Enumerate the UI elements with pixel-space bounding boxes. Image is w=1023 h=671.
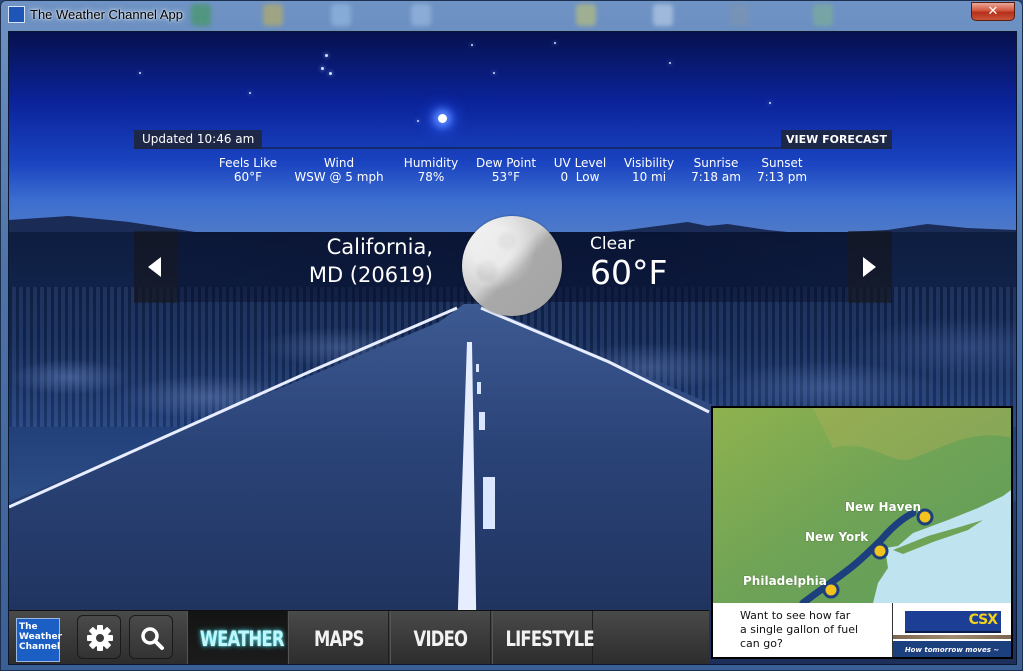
current-weather: Clear 60°F <box>590 234 667 292</box>
background-blur-icon <box>729 4 749 26</box>
condition-dew-point: Dew Point 53°F <box>475 156 537 184</box>
location-city: California, <box>326 235 433 259</box>
close-button[interactable]: ✕ <box>971 2 1015 21</box>
app-content: Updated 10:46 am VIEW FORECAST Feels Lik… <box>8 31 1017 665</box>
tab-video[interactable]: VIDEO <box>390 611 491 664</box>
condition-humidity: Humidity 78% <box>403 156 459 184</box>
next-location-button[interactable] <box>848 231 892 303</box>
condition-sunrise: Sunrise 7:18 am <box>691 156 741 184</box>
previous-location-button[interactable] <box>134 231 178 303</box>
weather-phrase: Clear <box>590 234 635 254</box>
condition-visibility: Visibility 10 mi <box>623 156 675 184</box>
background-blur-icon <box>191 4 211 26</box>
background-blur-icon <box>331 4 351 26</box>
background-blur-icon <box>813 4 833 26</box>
app-window: The Weather Channel App ✕ Updated 10:46 … <box>0 0 1023 671</box>
condition-sunset: Sunset 7:13 pm <box>756 156 808 184</box>
updated-timestamp: Updated 10:46 am <box>134 130 263 149</box>
search-icon <box>141 627 164 650</box>
settings-button[interactable] <box>77 615 121 659</box>
tab-lifestyle[interactable]: LIFESTYLE <box>492 611 595 664</box>
map-label-philadelphia: Philadelphia <box>743 574 827 588</box>
location-state-zip: MD (20619) <box>308 263 433 287</box>
chevron-left-icon <box>148 257 161 277</box>
app-icon <box>8 6 25 23</box>
current-temperature: 60°F <box>590 253 668 292</box>
background-blur-icon <box>653 4 673 26</box>
train-icon: CSX <box>905 611 1001 633</box>
view-forecast-button[interactable]: VIEW FORECAST <box>781 130 892 149</box>
condition-wind: Wind WSW @ 5 mph <box>294 156 384 184</box>
map-label-new-haven: New Haven <box>845 500 921 514</box>
background-blur-icon <box>263 4 283 26</box>
title-bar[interactable]: The Weather Channel App ✕ <box>1 1 1022 31</box>
advertisement[interactable]: New Haven New York Philadelphia Want to … <box>711 406 1013 659</box>
background-blur-icon <box>576 4 596 26</box>
gear-icon <box>87 625 113 651</box>
condition-uv-level: UV Level 0 Low <box>553 156 607 184</box>
condition-feels-like: Feels Like 60°F <box>218 156 278 184</box>
bottom-navigation-bar: The Weather Channel WEATHER MAPS VIDEO L… <box>9 610 709 664</box>
moon-icon <box>462 216 562 316</box>
location-name[interactable]: California, MD (20619) <box>309 233 433 289</box>
map-label-new-york: New York <box>805 530 869 544</box>
ad-map-image: New Haven New York Philadelphia <box>713 408 1011 603</box>
twc-logo[interactable]: The Weather Channel <box>16 618 62 662</box>
window-title: The Weather Channel App <box>30 7 183 22</box>
tab-maps[interactable]: MAPS <box>288 611 389 664</box>
ad-footer: Want to see how far a single gallon of f… <box>713 603 1011 657</box>
csx-logo: CSX How tomorrow moves ~ <box>892 603 1011 657</box>
background-blur-icon <box>411 4 431 26</box>
chevron-right-icon <box>863 257 876 277</box>
ad-text: Want to see how far a single gallon of f… <box>740 609 859 650</box>
search-button[interactable] <box>129 615 173 659</box>
tab-weather[interactable]: WEATHER <box>187 611 288 664</box>
ad-tagline: How tomorrow moves ~ <box>893 641 1011 657</box>
